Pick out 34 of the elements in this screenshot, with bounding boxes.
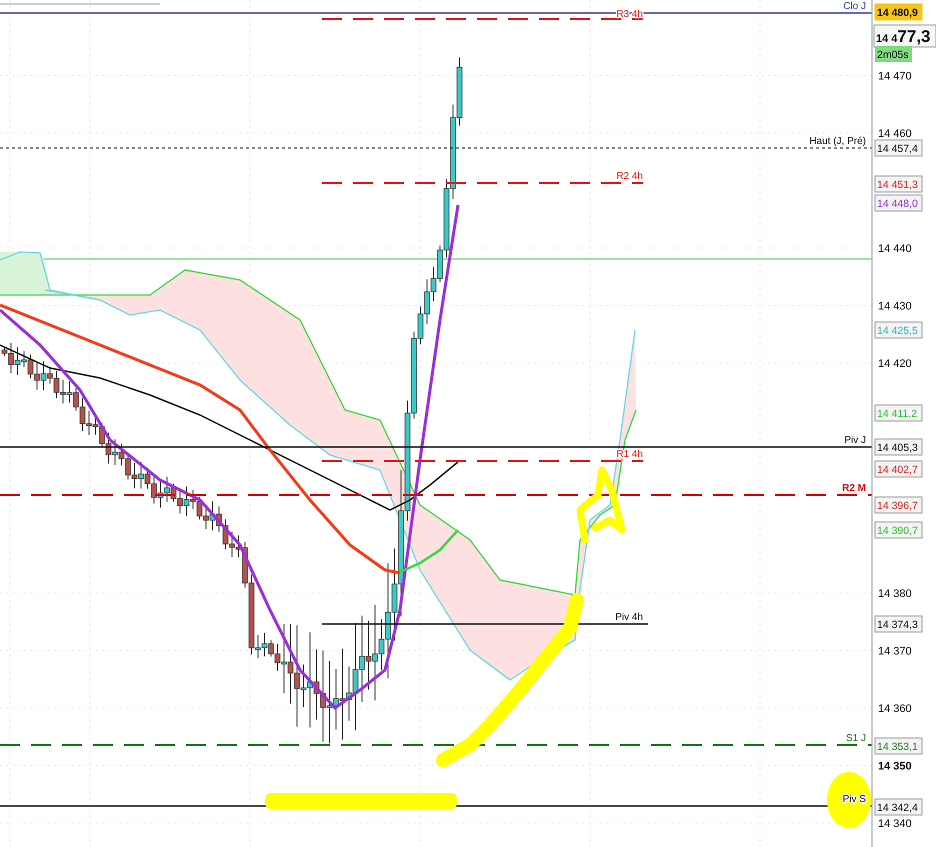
price-tag: 14 405,3 (874, 438, 922, 456)
axis-tick-label: 14 360 (878, 703, 912, 715)
price-tag: 14 353,1 (874, 738, 922, 754)
price-tag: 14 390,7 (874, 522, 922, 538)
price-tag: 14 480,9 (874, 4, 922, 20)
level-label: Piv J (844, 435, 866, 446)
level-label: Piv S (842, 794, 866, 805)
price-tag: 14 448,0 (874, 194, 922, 212)
axis-tick-label: 14 440 (878, 243, 912, 255)
price-tag: 14 457,4 (874, 140, 922, 156)
price-tag: 14 451,3 (874, 176, 922, 192)
axis-tick-label: 14 470 (878, 70, 912, 82)
last-price-tag: 14 477,3 (874, 24, 936, 48)
level-label: Haut (J, Pré) (809, 136, 866, 147)
axis-tick-label: 14 350 (878, 760, 912, 772)
price-tag: 14 402,7 (874, 460, 922, 478)
axis-tick-label: 14 460 (878, 128, 912, 140)
highlight-circle (827, 772, 871, 828)
price-tag: 14 411,2 (874, 404, 922, 422)
level-label: Piv 4h (615, 612, 643, 623)
price-tag: 14 396,7 (874, 496, 922, 514)
axis-tick-label: 14 380 (878, 588, 912, 600)
price-tag: 14 425,5 (874, 322, 922, 338)
axis-tick-label: 14 420 (878, 358, 912, 370)
axis-tick-label: 14 430 (878, 300, 912, 312)
price-tag: 14 374,3 (874, 616, 922, 632)
axis-tick-label: 14 370 (878, 646, 912, 658)
level-label: Clo J (843, 1, 866, 12)
level-label: S1 J (846, 733, 866, 744)
price-tag: 14 342,4 (874, 798, 922, 816)
countdown-badge: 2m05s (875, 46, 912, 62)
axis-tick-label: 14 340 (878, 818, 912, 830)
level-label: R2 4h (616, 171, 643, 182)
level-label: R2 M (842, 483, 866, 494)
